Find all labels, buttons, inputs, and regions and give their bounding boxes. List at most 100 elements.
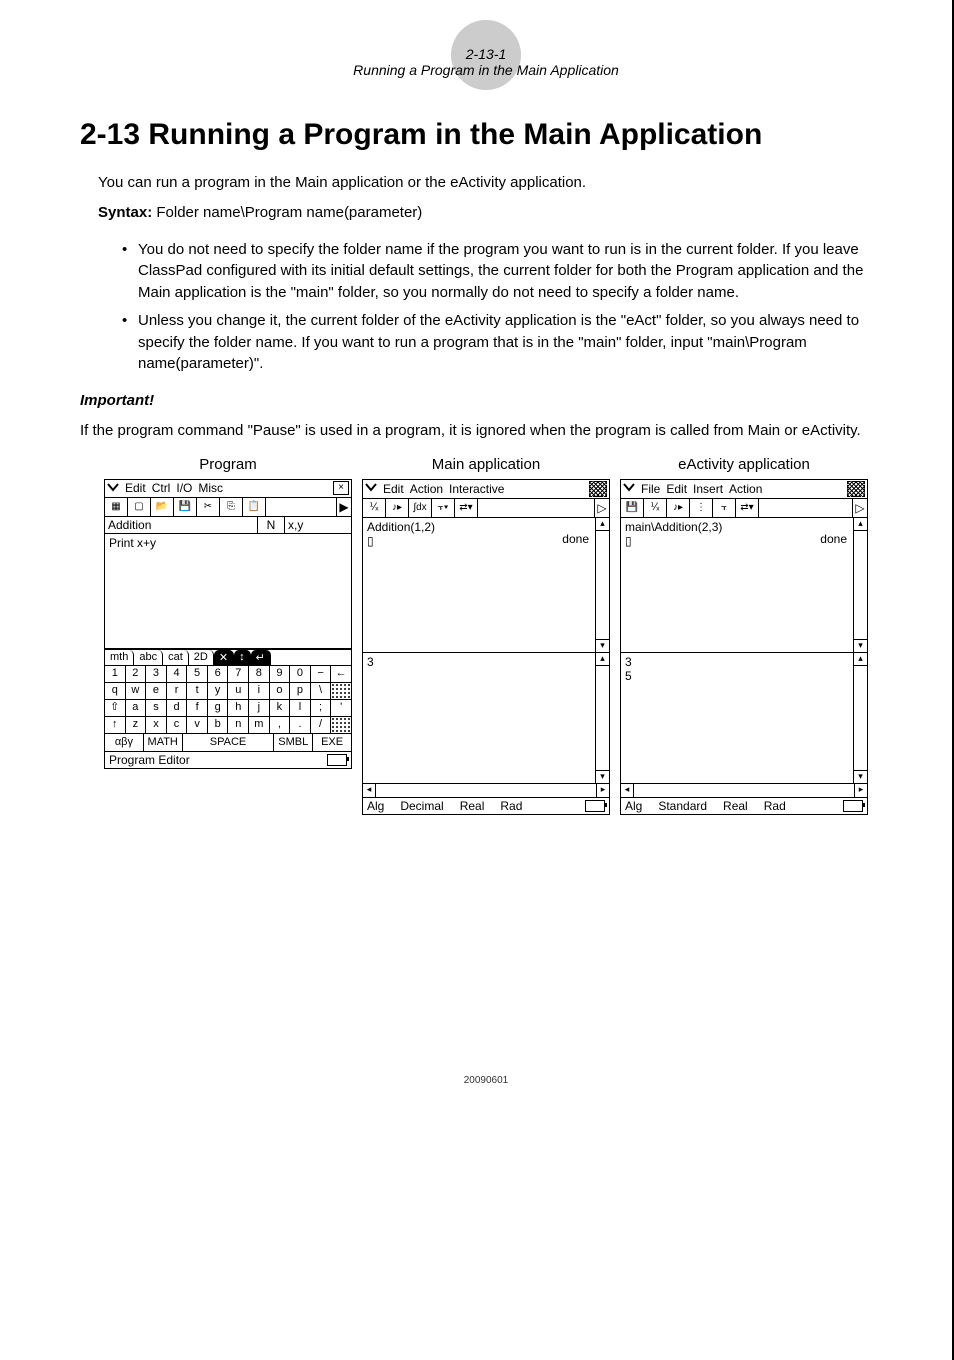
key[interactable]: i xyxy=(249,683,270,699)
settings-dropdown-icon[interactable] xyxy=(107,481,119,496)
keyboard-tab[interactable]: mth xyxy=(105,650,134,665)
drag-handle-key[interactable] xyxy=(331,683,351,699)
menu-item[interactable]: Edit xyxy=(125,481,146,495)
key[interactable]: h xyxy=(228,700,249,716)
key[interactable]: 6 xyxy=(208,666,229,682)
tool-button[interactable]: ▦ xyxy=(105,498,128,516)
key[interactable]: ' xyxy=(331,700,351,716)
key[interactable]: t xyxy=(187,683,208,699)
space-key[interactable]: SPACE xyxy=(183,734,275,751)
scroll-right-icon[interactable]: ▸ xyxy=(596,784,609,797)
key[interactable]: \ xyxy=(311,683,332,699)
symbol-key[interactable]: SMBL xyxy=(274,734,313,751)
h-scrollbar[interactable]: ◂ ▸ xyxy=(363,784,609,798)
close-icon[interactable]: × xyxy=(333,481,349,495)
key[interactable]: d xyxy=(167,700,188,716)
tool-button[interactable]: ▢ xyxy=(128,498,151,516)
tool-button[interactable]: ♪▸ xyxy=(386,499,409,517)
keyboard-close-icon[interactable]: ✕ xyxy=(214,650,234,665)
key[interactable]: u xyxy=(228,683,249,699)
key[interactable]: o xyxy=(270,683,291,699)
input-line[interactable]: Addition(1,2) xyxy=(367,520,591,534)
key[interactable]: k xyxy=(270,700,291,716)
shift-key[interactable]: ⇧ xyxy=(105,700,126,716)
close-icon[interactable] xyxy=(847,481,865,497)
key[interactable]: . xyxy=(290,717,311,733)
key[interactable]: p xyxy=(290,683,311,699)
menu-item[interactable]: Misc xyxy=(198,481,223,495)
key[interactable]: q xyxy=(105,683,126,699)
caps-key[interactable]: ↑ xyxy=(105,717,126,733)
tool-button[interactable]: ⫟▾ xyxy=(432,499,455,517)
scroll-right-icon[interactable]: ▸ xyxy=(854,784,867,797)
scroll-left-icon[interactable]: ◂ xyxy=(621,784,634,797)
scroll-up-icon[interactable]: ▴ xyxy=(854,653,867,666)
scrollbar[interactable]: ▴ ▾ xyxy=(853,518,867,652)
drag-handle-key[interactable] xyxy=(331,717,351,733)
key[interactable]: 7 xyxy=(228,666,249,682)
backspace-key[interactable]: ← xyxy=(331,666,351,682)
menu-item[interactable]: Action xyxy=(729,482,762,496)
key[interactable]: r xyxy=(167,683,188,699)
menu-item[interactable]: I/O xyxy=(176,481,192,495)
menu-item[interactable]: Edit xyxy=(666,482,687,496)
tool-button[interactable]: 📋 xyxy=(243,498,266,516)
tool-button[interactable]: ✂ xyxy=(197,498,220,516)
key[interactable]: , xyxy=(270,717,291,733)
scroll-up-icon[interactable]: ▴ xyxy=(596,518,609,531)
menu-item[interactable]: File xyxy=(641,482,660,496)
key[interactable]: c xyxy=(167,717,188,733)
close-icon[interactable] xyxy=(589,481,607,497)
key[interactable]: m xyxy=(249,717,270,733)
settings-dropdown-icon[interactable] xyxy=(623,481,635,496)
menu-item[interactable]: Interactive xyxy=(449,482,504,496)
tool-button[interactable]: ⋮ xyxy=(690,499,713,517)
key[interactable]: g xyxy=(208,700,229,716)
tool-button[interactable]: ⫟ xyxy=(713,499,736,517)
menu-item[interactable]: Insert xyxy=(693,482,723,496)
menu-item[interactable]: Ctrl xyxy=(152,481,171,495)
tool-button[interactable]: 💾 xyxy=(174,498,197,516)
key[interactable]: f xyxy=(187,700,208,716)
key[interactable]: 5 xyxy=(187,666,208,682)
input-line[interactable]: main\Addition(2,3) xyxy=(625,520,849,534)
keyboard-up-icon[interactable]: ↕ xyxy=(234,650,251,665)
key[interactable]: w xyxy=(126,683,147,699)
exe-key[interactable]: EXE xyxy=(313,734,351,751)
toolbar-more-icon[interactable]: ▶ xyxy=(336,498,351,516)
key[interactable]: b xyxy=(208,717,229,733)
scroll-down-icon[interactable]: ▾ xyxy=(596,770,609,783)
tool-button[interactable]: 💾 xyxy=(621,499,644,517)
math-key[interactable]: MATH xyxy=(144,734,183,751)
key[interactable]: 0 xyxy=(290,666,311,682)
toolbar-more-icon[interactable]: ▷ xyxy=(594,499,609,517)
greek-key[interactable]: αβγ xyxy=(105,734,144,751)
scroll-left-icon[interactable]: ◂ xyxy=(363,784,376,797)
scrollbar[interactable]: ▴ ▾ xyxy=(595,518,609,652)
key[interactable]: 1 xyxy=(105,666,126,682)
scrollbar[interactable]: ▴ ▾ xyxy=(853,653,867,783)
key[interactable]: l xyxy=(290,700,311,716)
scrollbar[interactable]: ▴ ▾ xyxy=(595,653,609,783)
keyboard-enter-icon[interactable]: ↵ xyxy=(251,650,271,665)
key[interactable]: v xyxy=(187,717,208,733)
key[interactable]: n xyxy=(228,717,249,733)
tool-button[interactable]: ⇄▾ xyxy=(455,499,478,517)
toolbar-more-icon[interactable]: ▷ xyxy=(852,499,867,517)
menu-item[interactable]: Edit xyxy=(383,482,404,496)
key[interactable]: s xyxy=(146,700,167,716)
scroll-up-icon[interactable]: ▴ xyxy=(596,653,609,666)
key[interactable]: 4 xyxy=(167,666,188,682)
tool-button[interactable]: ∫dx xyxy=(409,499,432,517)
h-scrollbar[interactable]: ◂ ▸ xyxy=(621,784,867,798)
key[interactable]: 8 xyxy=(249,666,270,682)
tool-button[interactable]: ⅟ₓ xyxy=(363,499,386,517)
key[interactable]: a xyxy=(126,700,147,716)
tool-button[interactable]: ♪▸ xyxy=(667,499,690,517)
scroll-down-icon[interactable]: ▾ xyxy=(596,639,609,652)
key[interactable]: z xyxy=(126,717,147,733)
menu-item[interactable]: Action xyxy=(410,482,443,496)
key[interactable]: 2 xyxy=(126,666,147,682)
key[interactable]: 3 xyxy=(146,666,167,682)
key[interactable]: 9 xyxy=(270,666,291,682)
